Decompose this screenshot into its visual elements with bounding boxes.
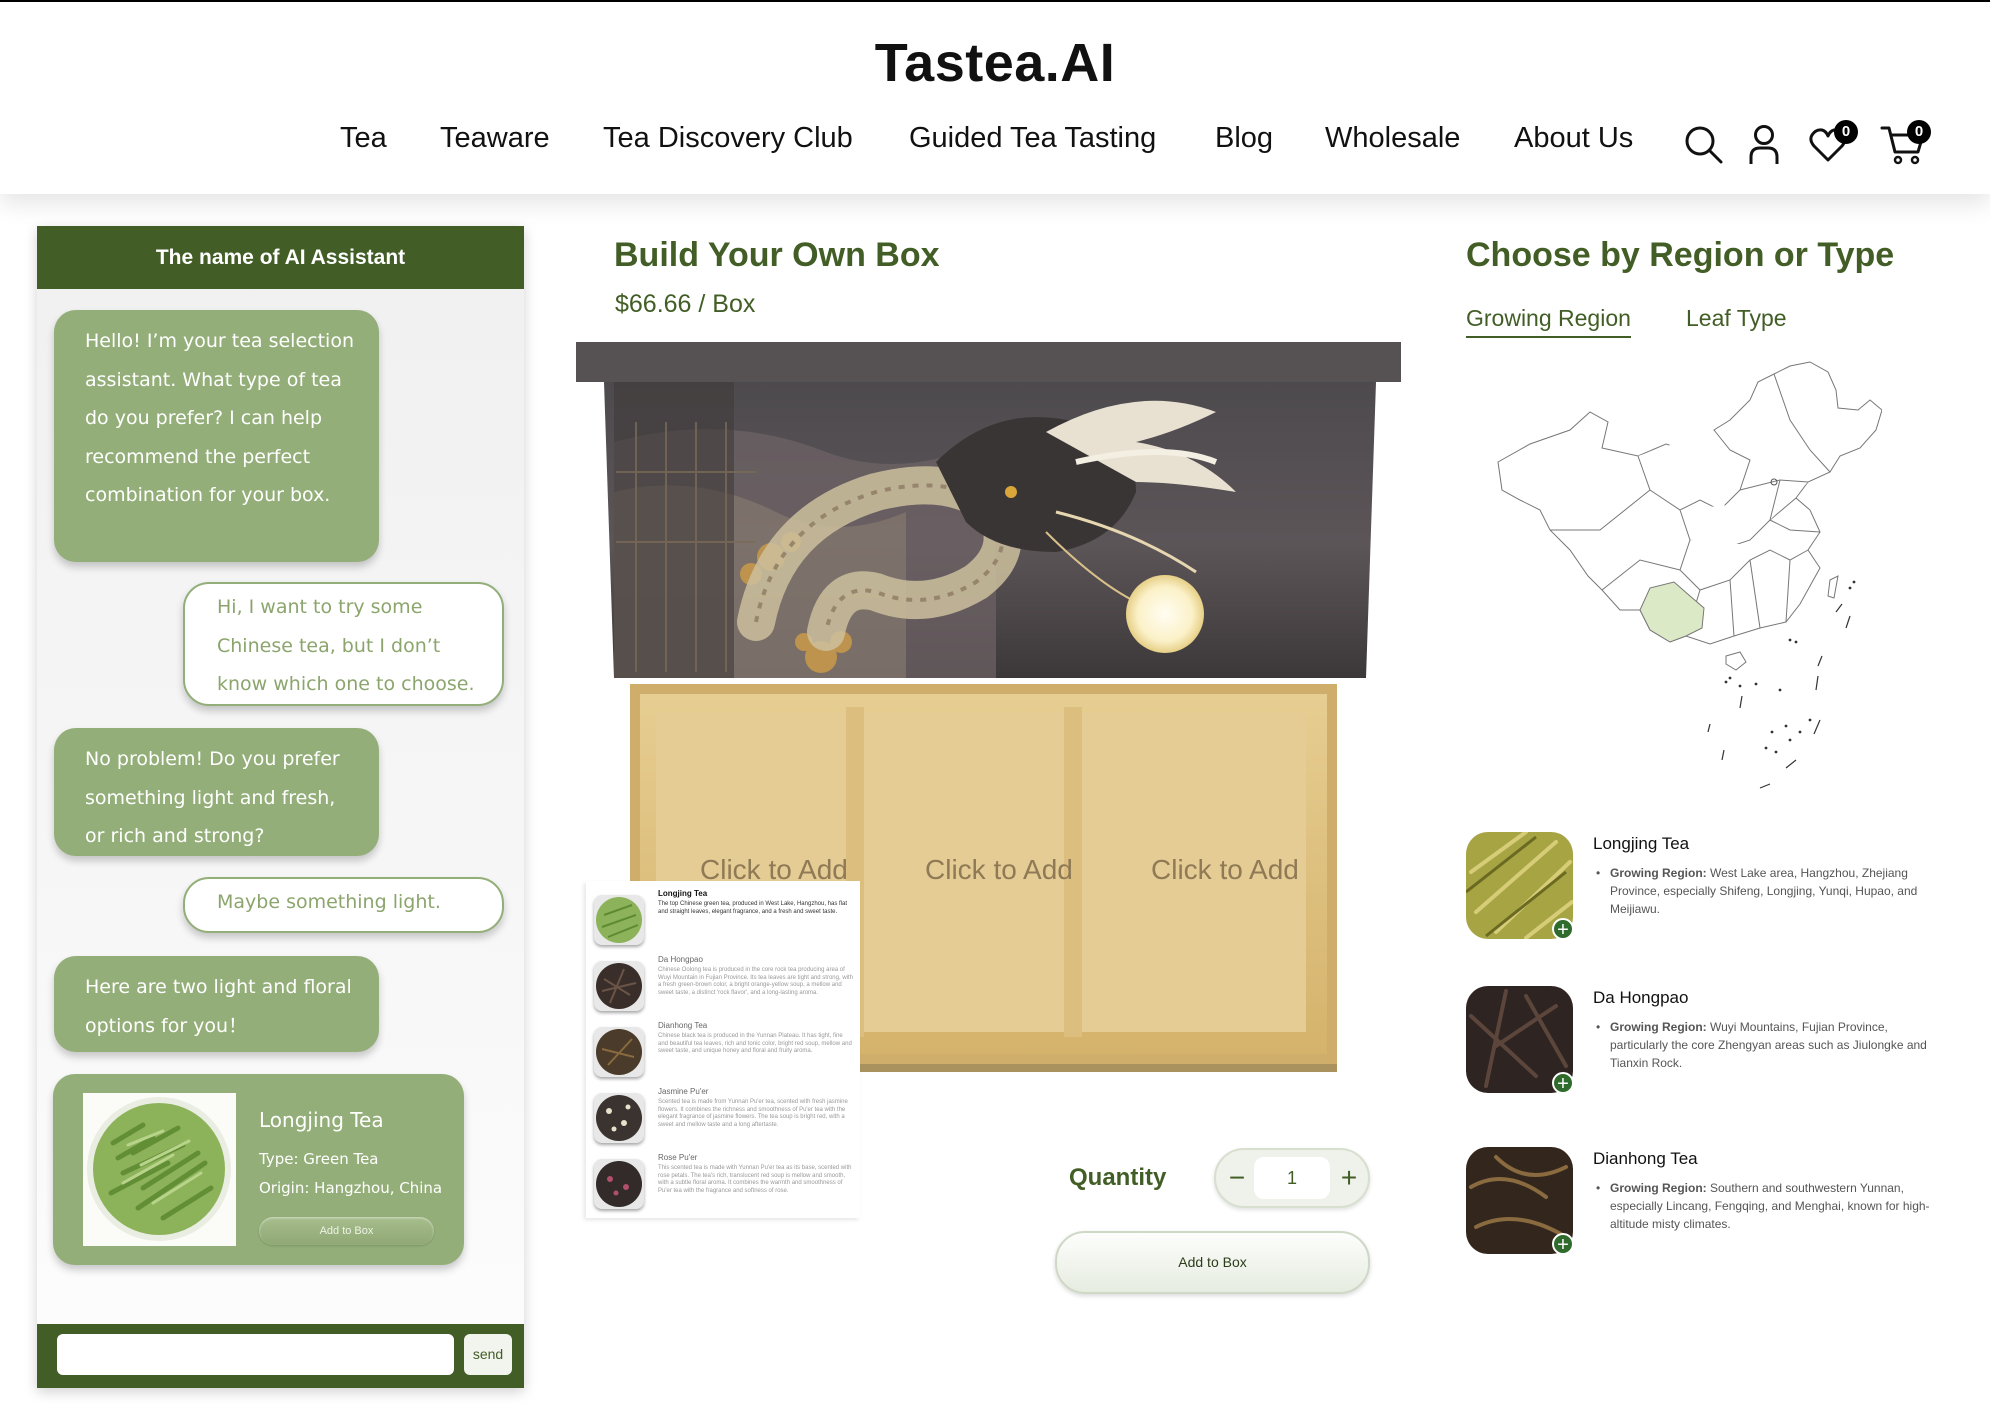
tea-name-longjing: Longjing Tea xyxy=(1593,834,1690,853)
chat-input[interactable] xyxy=(57,1334,454,1375)
nav-tea-discovery-club[interactable]: Tea Discovery Club xyxy=(603,122,853,155)
add-dianhong-plus-icon[interactable]: + xyxy=(1552,1233,1574,1256)
popup-item[interactable]: Jasmine Pu'er Scented tea is made from Y… xyxy=(586,1085,860,1151)
quantity-stepper: − 1 + xyxy=(1214,1148,1370,1208)
card-tea-origin: Origin: Hangzhou, China xyxy=(259,1179,443,1197)
growing-region-label: Growing Region: xyxy=(1610,1181,1707,1195)
popup-item-desc: This scented tea is made with Yunnan Pu'… xyxy=(658,1165,852,1194)
popup-item-name: Longjing Tea xyxy=(658,889,708,898)
card-tea-type: Type: Green Tea xyxy=(259,1150,379,1168)
nav-teaware[interactable]: Teaware xyxy=(440,122,550,155)
ai-chat-panel: The name of AI Assistant Hello! I’m your… xyxy=(37,226,524,1388)
region-title: Choose by Region or Type xyxy=(1466,236,1895,274)
builder-title: Build Your Own Box xyxy=(614,236,940,274)
popup-item-name: Dianhong Tea xyxy=(658,1021,708,1030)
add-to-box-button[interactable]: Add to Box xyxy=(1055,1231,1370,1294)
tea-name-da-hongpao: Da Hongpao xyxy=(1593,988,1689,1007)
add-da-hongpao-plus-icon[interactable]: + xyxy=(1552,1072,1574,1095)
card-add-to-box-button[interactable]: Add to Box xyxy=(259,1217,434,1245)
popup-item[interactable]: Rose Pu'er This scented tea is made with… xyxy=(586,1151,860,1217)
tea-name-dianhong: Dianhong Tea xyxy=(1593,1149,1698,1168)
slot-3-click-to-add[interactable]: Click to Add xyxy=(1151,854,1299,886)
minus-icon[interactable]: − xyxy=(1222,1162,1252,1194)
nav-blog[interactable]: Blog xyxy=(1215,122,1273,155)
search-icon[interactable] xyxy=(1683,124,1725,166)
site-logo[interactable]: Tastea.AI xyxy=(0,32,1990,94)
da-hongpao-thumb xyxy=(594,961,644,1011)
chat-message-assistant: Here are two light and floral options fo… xyxy=(54,956,379,1052)
nav-tea[interactable]: Tea xyxy=(340,122,387,155)
site-header: Tastea.AI Tea Teaware Tea Discovery Club… xyxy=(0,2,1990,194)
popup-item-name: Da Hongpao xyxy=(658,955,703,964)
tea-recommendation-card: Longjing Tea Type: Green Tea Origin: Han… xyxy=(53,1074,464,1265)
jasmine-puer-thumb xyxy=(594,1093,644,1143)
tab-growing-region[interactable]: Growing Region xyxy=(1466,305,1631,338)
user-icon[interactable] xyxy=(1748,124,1780,166)
send-button[interactable]: send xyxy=(464,1334,512,1375)
tea-selection-popup: Longjing Tea The top Chinese green tea, … xyxy=(586,881,860,1218)
popup-item[interactable]: Longjing Tea The top Chinese green tea, … xyxy=(586,887,860,953)
quantity-label: Quantity xyxy=(1069,1164,1167,1191)
add-longjing-plus-icon[interactable]: + xyxy=(1552,918,1574,941)
popup-item[interactable]: Da Hongpao Chinese Oolong tea is produce… xyxy=(586,953,860,1019)
longjing-tea-thumb xyxy=(594,895,644,945)
growing-region-label: Growing Region: xyxy=(1610,1020,1707,1034)
chat-message-assistant: No problem! Do you prefer something ligh… xyxy=(54,728,379,856)
growing-region-label: Growing Region: xyxy=(1610,866,1707,880)
plus-icon[interactable]: + xyxy=(1334,1162,1364,1194)
china-region-map[interactable] xyxy=(1490,360,1883,800)
chat-message-user: Hi, I want to try some Chinese tea, but … xyxy=(183,582,504,706)
nav-guided-tea-tasting[interactable]: Guided Tea Tasting xyxy=(909,122,1156,155)
dianhong-tea-thumb xyxy=(594,1027,644,1077)
cart-count-badge: 0 xyxy=(1907,120,1931,144)
longjing-tea-image xyxy=(83,1093,236,1246)
slot-2-click-to-add[interactable]: Click to Add xyxy=(925,854,1073,886)
wishlist-count-badge: 0 xyxy=(1834,120,1858,144)
chat-message-user: Maybe something light. xyxy=(183,877,504,933)
popup-item-name: Rose Pu'er xyxy=(658,1153,698,1162)
card-tea-name: Longjing Tea xyxy=(259,1108,384,1132)
builder-price: $66.66 / Box xyxy=(615,290,756,318)
tea-desc-longjing: Growing Region: West Lake area, Hangzhou… xyxy=(1596,864,1930,918)
tea-desc-dianhong: Growing Region: Southern and southwester… xyxy=(1596,1179,1930,1233)
quantity-value[interactable]: 1 xyxy=(1254,1157,1330,1199)
rose-puer-thumb xyxy=(594,1159,644,1209)
popup-item-desc: Chinese Oolong tea is produced in the co… xyxy=(658,967,853,996)
tea-desc-da-hongpao: Growing Region: Wuyi Mountains, Fujian P… xyxy=(1596,1018,1930,1072)
chat-title: The name of AI Assistant xyxy=(37,226,524,289)
popup-item-desc: The top Chinese green tea, produced in W… xyxy=(658,901,848,915)
tab-leaf-type[interactable]: Leaf Type xyxy=(1686,305,1787,336)
chat-footer: send xyxy=(37,1324,524,1388)
popup-item[interactable]: Dianhong Tea Chinese black tea is produc… xyxy=(586,1019,860,1085)
popup-item-name: Jasmine Pu'er xyxy=(658,1087,709,1096)
nav-about-us[interactable]: About Us xyxy=(1514,122,1633,155)
popup-item-desc: Scented tea is made from Yunnan Pu'er te… xyxy=(658,1099,848,1128)
nav-wholesale[interactable]: Wholesale xyxy=(1325,122,1460,155)
popup-item-desc: Chinese black tea is produced in the Yun… xyxy=(658,1033,852,1054)
chat-message-assistant: Hello! I’m your tea selection assistant.… xyxy=(54,310,379,562)
